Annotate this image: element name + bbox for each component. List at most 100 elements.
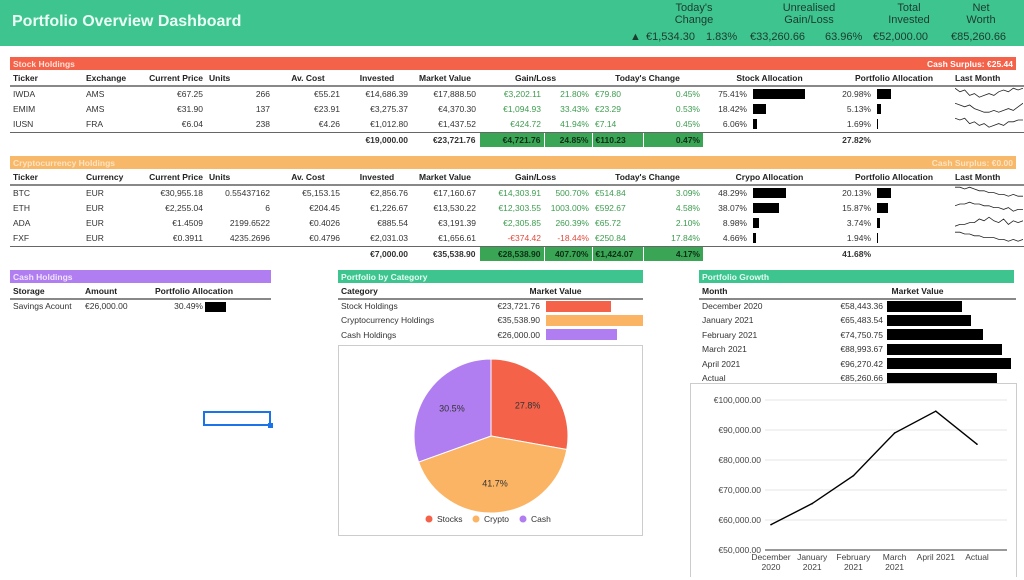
units: 4235.2696 bbox=[229, 233, 270, 243]
cash-holdings-header: Cash Holdings bbox=[10, 270, 271, 283]
portfolio-allocation-pct: 20.13% bbox=[842, 188, 872, 198]
market-value: €65,483.54 bbox=[840, 315, 883, 326]
portfolio-allocation-pct: 20.98% bbox=[842, 89, 871, 99]
sparkline-cell bbox=[952, 201, 1024, 216]
units: 6 bbox=[265, 203, 270, 213]
portfolio-allocation-pct: 15.87% bbox=[842, 203, 872, 213]
growth-bar bbox=[887, 300, 963, 312]
gain-loss-pct: 260.39% bbox=[555, 218, 589, 228]
x-tick-label: 2021 bbox=[803, 562, 822, 572]
sparkline-line bbox=[954, 102, 1024, 113]
x-tick-label: 2021 bbox=[885, 562, 904, 572]
y-tick-label: €70,000.00 bbox=[718, 485, 761, 495]
gain-loss: -€374.42 bbox=[507, 233, 541, 243]
allocation-bar bbox=[753, 188, 787, 199]
total-market-value: €35,538.90 bbox=[411, 245, 479, 261]
exchange: FRA bbox=[86, 119, 103, 129]
legend-marker bbox=[425, 515, 433, 523]
col-header: Ticker bbox=[10, 170, 83, 186]
av-cost: €0.4796 bbox=[309, 233, 340, 243]
col-header: Category bbox=[338, 284, 468, 300]
units: 266 bbox=[255, 89, 270, 99]
current-price: €30,955.18 bbox=[160, 188, 203, 198]
table-row: Stock Holdings €23,721.76 bbox=[338, 299, 643, 314]
sparkline bbox=[955, 231, 1024, 242]
up-arrow-icon: ▲ bbox=[630, 31, 641, 43]
selected-cell[interactable] bbox=[203, 411, 273, 428]
allocation-bar-cell bbox=[750, 216, 836, 231]
units: 0.55437162 bbox=[225, 188, 270, 198]
total-gain: €28,538.90 bbox=[478, 245, 544, 261]
exchange: AMS bbox=[86, 89, 105, 99]
table-row: April 2021 €96,270.42 bbox=[699, 357, 1016, 372]
ticker: BTC bbox=[13, 188, 30, 198]
todays-change-pct: 3.09% bbox=[675, 188, 700, 198]
allocation-bar bbox=[753, 89, 806, 100]
dashboard-header: Portfolio Overview Dashboard Today's Cha… bbox=[0, 0, 1024, 46]
category-value: €35,538.90 bbox=[497, 315, 540, 326]
total-today: €1,424.07 bbox=[591, 245, 643, 261]
sparkline bbox=[954, 216, 1024, 227]
allocation-pct: 38.07% bbox=[718, 203, 747, 213]
fill-handle[interactable] bbox=[268, 423, 273, 428]
sparkline bbox=[954, 102, 1024, 113]
portfolio-allocation-pct: 5.13% bbox=[846, 104, 871, 114]
cash-surplus: Cash Surplus: €25.44 bbox=[927, 59, 1013, 69]
todays-change: €23.29 bbox=[595, 104, 621, 114]
kpi-todays-change: €1,534.30 bbox=[646, 31, 695, 43]
section-title: Stock Holdings bbox=[13, 59, 75, 69]
col-header: Current Price bbox=[135, 71, 206, 87]
storage: Savings Acount bbox=[13, 301, 72, 312]
table-row: EMIM AMS €31.90 137 €23.91 €3,275.37 €4,370.30… bbox=[10, 102, 1024, 117]
gain-loss: €424.72 bbox=[510, 119, 541, 129]
col-header: Amount bbox=[82, 284, 152, 300]
total-gain: €4,721.76 bbox=[478, 131, 544, 147]
crypto-holdings-header: Cryptocurrency Holdings Cash Surplus: €0… bbox=[10, 156, 1016, 169]
kpi-invested-label: Total Invested bbox=[888, 2, 930, 26]
growth-bar bbox=[887, 329, 984, 341]
col-header: Market Value bbox=[411, 71, 479, 87]
units: 238 bbox=[255, 119, 270, 129]
col-header: Ticker bbox=[10, 71, 83, 87]
amount: €26,000.00 bbox=[85, 301, 128, 312]
section-title: Cash Holdings bbox=[13, 272, 73, 282]
growth-bar bbox=[887, 314, 972, 326]
invested: €1,012.80 bbox=[370, 119, 408, 129]
legend-marker bbox=[472, 515, 480, 523]
category-table: Category Market Value Stock Holdings €23,72… bbox=[338, 284, 644, 342]
col-header: Today's Change bbox=[592, 71, 703, 87]
portfolio-bar-cell bbox=[874, 216, 952, 231]
exchange: AMS bbox=[86, 104, 105, 114]
portfolio-allocation-pct: 1.69% bbox=[846, 119, 871, 129]
current-price: €0.3911 bbox=[172, 233, 203, 243]
portfolio-bar-cell bbox=[874, 185, 952, 201]
portfolio-allocation-bar bbox=[877, 89, 892, 100]
market-value: €1,656.61 bbox=[438, 233, 476, 243]
table-row: ADA EUR €1.4509 2199.6522 €0.4026 €885.54 €3,1… bbox=[10, 216, 1024, 231]
totals-row: €19,000.00 €23,721.76 €4,721.76 24.85% €110.… bbox=[10, 131, 1024, 147]
allocation-bar-cell bbox=[750, 185, 836, 201]
month: January 2021 bbox=[702, 315, 754, 326]
col-header: Units bbox=[206, 71, 273, 87]
col-header: Portfolio Allocation bbox=[836, 170, 953, 186]
current-price: €6.04 bbox=[181, 119, 203, 129]
allocation-bar bbox=[753, 233, 757, 244]
category-bar bbox=[546, 314, 643, 326]
col-header: Crypo Allocation bbox=[703, 170, 837, 186]
portfolio-allocation-bar bbox=[877, 218, 880, 229]
y-tick-label: €80,000.00 bbox=[718, 455, 761, 465]
x-tick-label: 2021 bbox=[844, 562, 863, 572]
col-header: Portfolio Allocation bbox=[836, 71, 953, 87]
category-name: Cryptocurrency Holdings bbox=[341, 315, 435, 326]
kpi-unrealised: €33,260.66 bbox=[750, 31, 806, 43]
total-today-pct: 4.17% bbox=[642, 245, 703, 261]
todays-change-pct: 2.10% bbox=[675, 218, 700, 228]
table-row: FXF EUR €0.3911 4235.2696 €0.4796 €2,031.03 €1… bbox=[10, 231, 1024, 247]
portfolio-allocation-pct: 1.94% bbox=[846, 233, 872, 243]
sparkline-line bbox=[954, 117, 1024, 128]
total-invested: €7,000.00 bbox=[343, 245, 411, 261]
gain-loss: €3,202.11 bbox=[503, 89, 541, 99]
kpi-net-worth-label: Net Worth bbox=[966, 2, 996, 26]
y-tick-label: €60,000.00 bbox=[718, 515, 761, 525]
category-name: Stock Holdings bbox=[341, 301, 398, 312]
